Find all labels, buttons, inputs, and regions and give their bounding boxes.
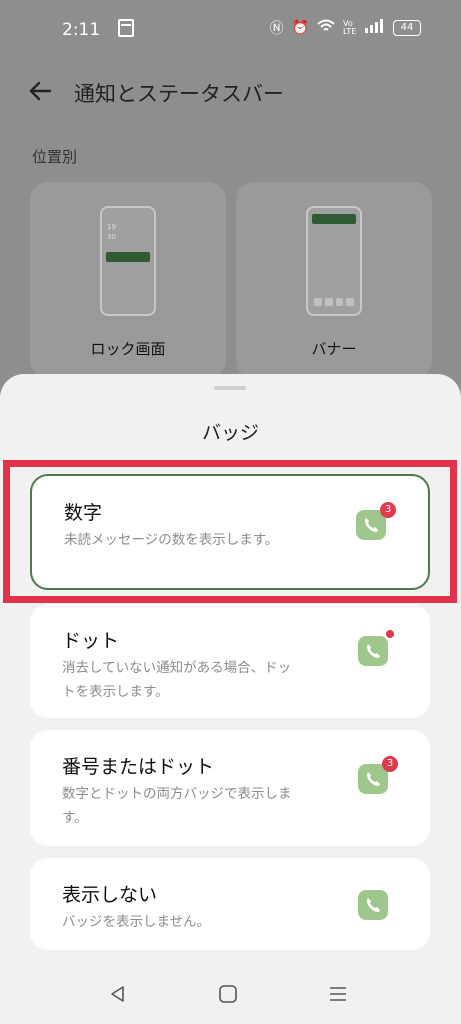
option-description: 数字とドットの両方バッジで表示します。: [62, 786, 292, 826]
app-bar: 通知とステータスバー: [0, 62, 461, 122]
nav-back-icon[interactable]: [108, 984, 128, 1004]
status-icons: Ⓝ ⏰ Vo LTE 44: [270, 18, 421, 38]
sheet-title: バッジ: [201, 422, 259, 444]
nav-bar: [0, 960, 461, 1024]
badge-dot: [386, 630, 394, 638]
nfc-icon: Ⓝ: [269, 21, 284, 37]
section-label: 位置別: [32, 148, 78, 166]
option-title: ドット: [62, 630, 120, 652]
option-description: バッジを表示しません。: [62, 914, 211, 930]
card-banner[interactable]: バナー: [236, 182, 432, 378]
option-number-or-dot[interactable]: 番号またはドット 数字とドットの両方バッジで表示します。 3: [30, 730, 430, 846]
battery-icon: 44: [393, 20, 421, 36]
option-title: 番号またはドット: [62, 756, 215, 778]
banner-preview-icon: [306, 206, 362, 316]
preview-clock-minute: 30: [107, 233, 116, 241]
status-time: 2:11: [62, 20, 101, 40]
phone-app-icon: 3: [358, 756, 398, 794]
back-arrow-icon[interactable]: [28, 78, 54, 104]
alarm-icon: ⏰: [291, 20, 309, 36]
wifi-icon: [317, 19, 335, 37]
volte-icon: Vo LTE: [343, 19, 357, 36]
option-description: 消去していない通知がある場合、ドットを表示します。: [62, 660, 292, 700]
option-hide[interactable]: 表示しない バッジを表示しません。: [30, 858, 430, 950]
highlight-box: [3, 460, 457, 603]
nav-home-icon[interactable]: [218, 984, 238, 1004]
option-dot[interactable]: ドット 消去していない通知がある場合、ドットを表示します。: [30, 604, 430, 718]
signal-icon: [365, 19, 385, 37]
card-label: バナー: [311, 340, 357, 358]
sheet-drag-handle[interactable]: [214, 386, 246, 390]
card-lock-screen[interactable]: 19 30 ロック画面: [30, 182, 226, 378]
phone-app-icon: [358, 890, 388, 920]
page-title: 通知とステータスバー: [74, 82, 284, 106]
badge-number: 3: [382, 756, 398, 772]
card-label: ロック画面: [90, 340, 166, 358]
preview-clock-hour: 19: [107, 223, 116, 231]
phone-app-icon: [358, 630, 394, 666]
option-title: 表示しない: [62, 884, 158, 906]
status-bar: 2:11 Ⓝ ⏰ Vo LTE 44: [0, 0, 461, 60]
lock-screen-preview-icon: 19 30: [100, 206, 156, 316]
calendar-icon: [118, 19, 134, 37]
nav-menu-icon[interactable]: [328, 984, 348, 1004]
